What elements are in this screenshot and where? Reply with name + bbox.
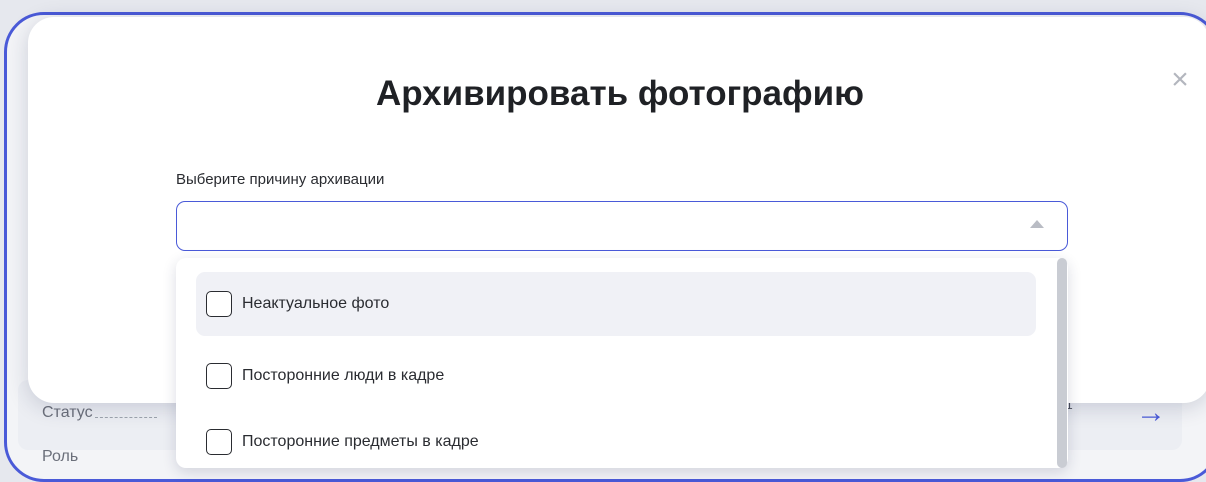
background-status-row: Статус	[42, 404, 157, 422]
dropdown-scrollbar[interactable]	[1057, 258, 1067, 468]
checkbox[interactable]	[206, 291, 232, 317]
option-objects-in-frame[interactable]: Посторонние предметы в кадре	[196, 410, 1036, 474]
option-label: Посторонние предметы в кадре	[242, 433, 479, 450]
modal-title: Архивировать фотографию	[375, 74, 865, 113]
option-people-in-frame[interactable]: Посторонние люди в кадре	[196, 344, 1036, 408]
background-status-label: Статус	[42, 404, 93, 421]
dotted-leader	[94, 417, 157, 418]
checkbox[interactable]	[206, 429, 232, 455]
option-irrelevant-photo[interactable]: Неактуальное фото	[196, 272, 1036, 336]
caret-up-icon[interactable]	[1030, 220, 1044, 228]
option-label: Неактуальное фото	[242, 295, 390, 312]
option-label: Посторонние люди в кадре	[242, 367, 445, 384]
archive-reason-select[interactable]	[176, 201, 1068, 251]
checkbox[interactable]	[206, 363, 232, 389]
archive-reason-label: Выберите причину архивации	[176, 171, 385, 188]
background-role-label: Роль	[42, 448, 79, 465]
